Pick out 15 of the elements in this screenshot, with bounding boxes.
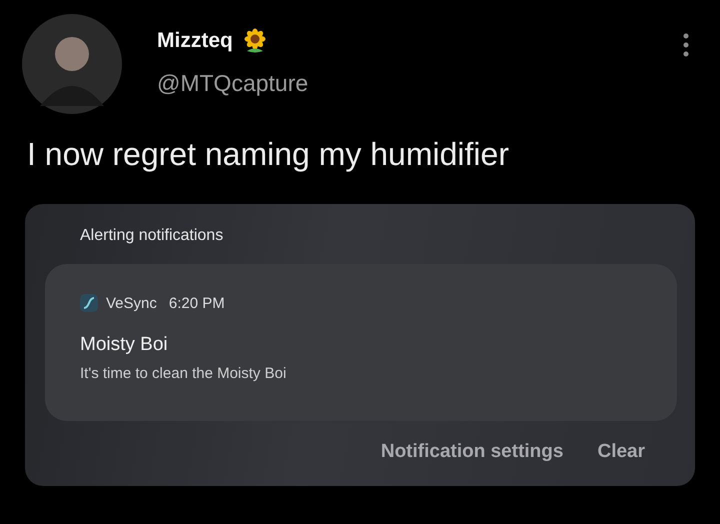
action-button[interactable]: Clear [597,441,645,463]
author-handle[interactable]: @MTQcapture [157,70,682,97]
app-icon [80,294,98,312]
section-title: Alerting notifications [79,226,224,245]
avatar[interactable] [22,14,122,114]
sunflower-icon [242,28,267,54]
notification-body: It's time to clean the Moisty Boi [80,365,288,382]
author-name[interactable]: Mizzteq [157,29,233,53]
notification-time: 6:20 PM [168,294,225,312]
more-icon[interactable] [682,32,690,58]
tweet-text: I now regret naming my humidifier [26,135,510,174]
app-name: VeSync [106,294,157,312]
notification-card[interactable]: VeSync 6:20 PM Moisty Boi It's time to clean the Moisty Boi [45,264,677,421]
notification-title: Moisty Boi [80,334,169,356]
action-button[interactable]: Notification settings [380,441,564,463]
